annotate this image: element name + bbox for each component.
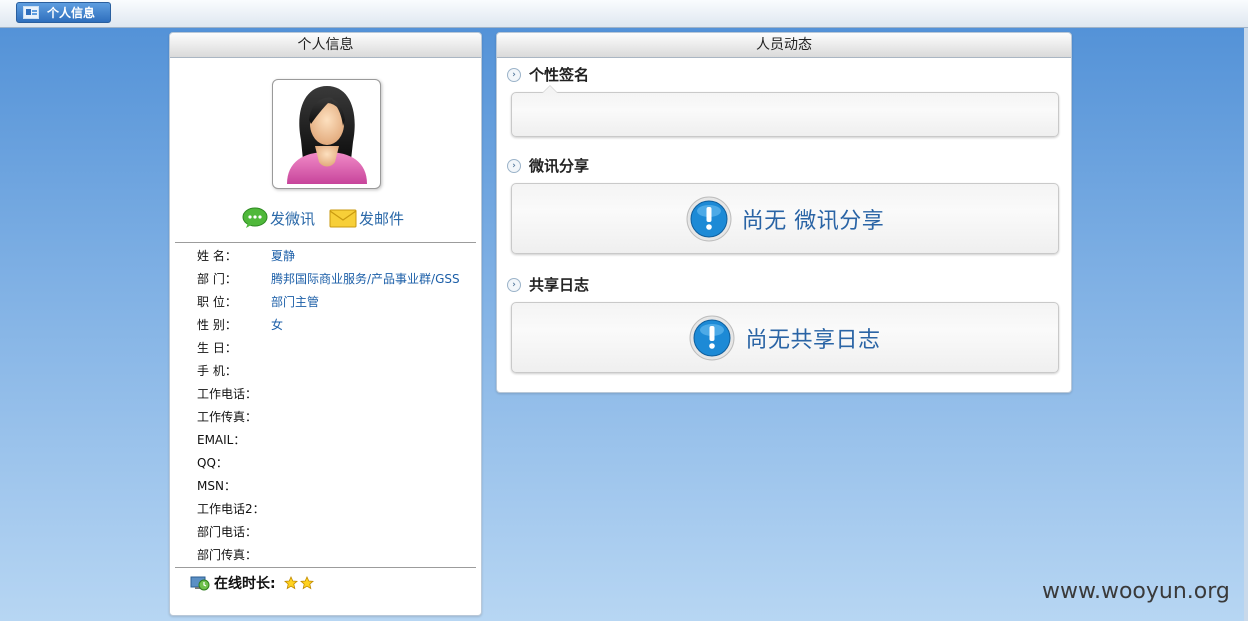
signature-section-title: › 个性签名 [507,64,589,85]
chevron-right-icon[interactable]: › [507,67,521,82]
profile-row: QQ： [197,452,477,475]
profile-label: 性 别： [197,318,237,332]
profile-details: 姓 名： 夏静部 门： 腾邦国际商业服务/产品事业群/GSS 职 位： 部门主管性 别：… [197,245,477,567]
profile-row: MSN： [197,475,477,498]
profile-label: QQ： [197,456,228,470]
personal-info-panel: 个人信息 发微讯 发邮件 姓 名： 夏静 部 门： 腾邦国际商业服务/产品事业群… [169,32,482,616]
send-message-button[interactable]: 发微讯 [242,207,315,229]
tab-personal-info[interactable]: 个人信息 [16,2,111,23]
star-icon [299,576,314,590]
profile-row: EMAIL： [197,429,477,452]
profile-row: 工作电话2： [197,498,477,521]
info-exclamation-icon [686,196,732,241]
chevron-right-icon[interactable]: › [507,158,521,173]
journal-section-title: › 共享日志 [507,274,589,295]
profile-row: 部门传真： [197,544,477,567]
chat-bubble-icon [242,207,268,228]
activity-panel: 人员动态 › 个性签名 › 微讯分享 尚无 微讯分享 › 共享日志 尚无共享日志 [496,32,1072,393]
profile-value: 部门主管 [271,295,320,309]
scrollbar-track[interactable] [1244,28,1248,621]
profile-card-icon [23,6,39,19]
female-user-avatar-icon [287,86,367,184]
envelope-icon [329,209,357,228]
speech-tail [542,85,558,93]
weixun-empty-box: 尚无 微讯分享 [511,183,1059,254]
profile-row: 性 别： 女 [197,314,477,337]
personal-info-panel-title: 个人信息 [170,33,481,58]
online-duration-label: 在线时长: [214,576,276,592]
divider [175,567,476,568]
profile-label: 工作传真： [197,410,258,424]
profile-row: 职 位： 部门主管 [197,291,477,314]
info-exclamation-icon [689,315,735,360]
profile-row: 工作传真： [197,406,477,429]
profile-row: 手 机： [197,360,477,383]
profile-label: 姓 名： [197,249,237,263]
profile-row: 姓 名： 夏静 [197,245,477,268]
weixun-title: 微讯分享 [529,157,590,175]
send-message-label: 发微讯 [270,209,316,228]
profile-label: 部门电话： [197,525,258,539]
online-stars [283,576,314,590]
divider [175,242,476,243]
profile-label: 部门传真： [197,548,258,562]
profile-label: 部 门： [197,272,237,286]
profile-label: MSN： [197,479,236,493]
weixun-empty-text: 尚无 微讯分享 [741,208,885,234]
watermark: www.wooyun.org [1042,579,1230,604]
activity-panel-title: 人员动态 [497,33,1071,58]
star-icon [283,576,298,590]
profile-label: 职 位： [197,295,237,309]
profile-label: 生 日： [197,341,237,355]
profile-value: 夏静 [271,249,296,263]
journal-empty-text: 尚无共享日志 [745,327,881,353]
top-tab-bar: 个人信息 [0,0,1248,28]
send-email-button[interactable]: 发邮件 [329,207,404,229]
send-email-label: 发邮件 [359,209,405,228]
profile-label: 手 机： [197,364,237,378]
profile-label: 工作电话2： [197,502,265,516]
profile-value: 女 [271,318,284,332]
tab-label: 个人信息 [47,6,96,20]
signature-title: 个性签名 [529,66,590,84]
journal-title: 共享日志 [529,276,590,294]
chevron-right-icon[interactable]: › [507,277,521,292]
profile-row: 部门电话： [197,521,477,544]
profile-label: 工作电话： [197,387,258,401]
profile-row: 部 门： 腾邦国际商业服务/产品事业群/GSS [197,268,477,291]
online-duration: 在线时长: [190,573,314,593]
profile-actions: 发微讯 发邮件 [242,207,404,229]
profile-row: 生 日： [197,337,477,360]
monitor-clock-icon [190,576,210,591]
profile-row: 工作电话： [197,383,477,406]
weixun-section-title: › 微讯分享 [507,155,589,176]
avatar [272,79,381,189]
journal-empty-box: 尚无共享日志 [511,302,1059,373]
profile-value: 腾邦国际商业服务/产品事业群/GSS [271,272,460,286]
profile-label: EMAIL： [197,433,246,447]
signature-box [511,85,1059,137]
